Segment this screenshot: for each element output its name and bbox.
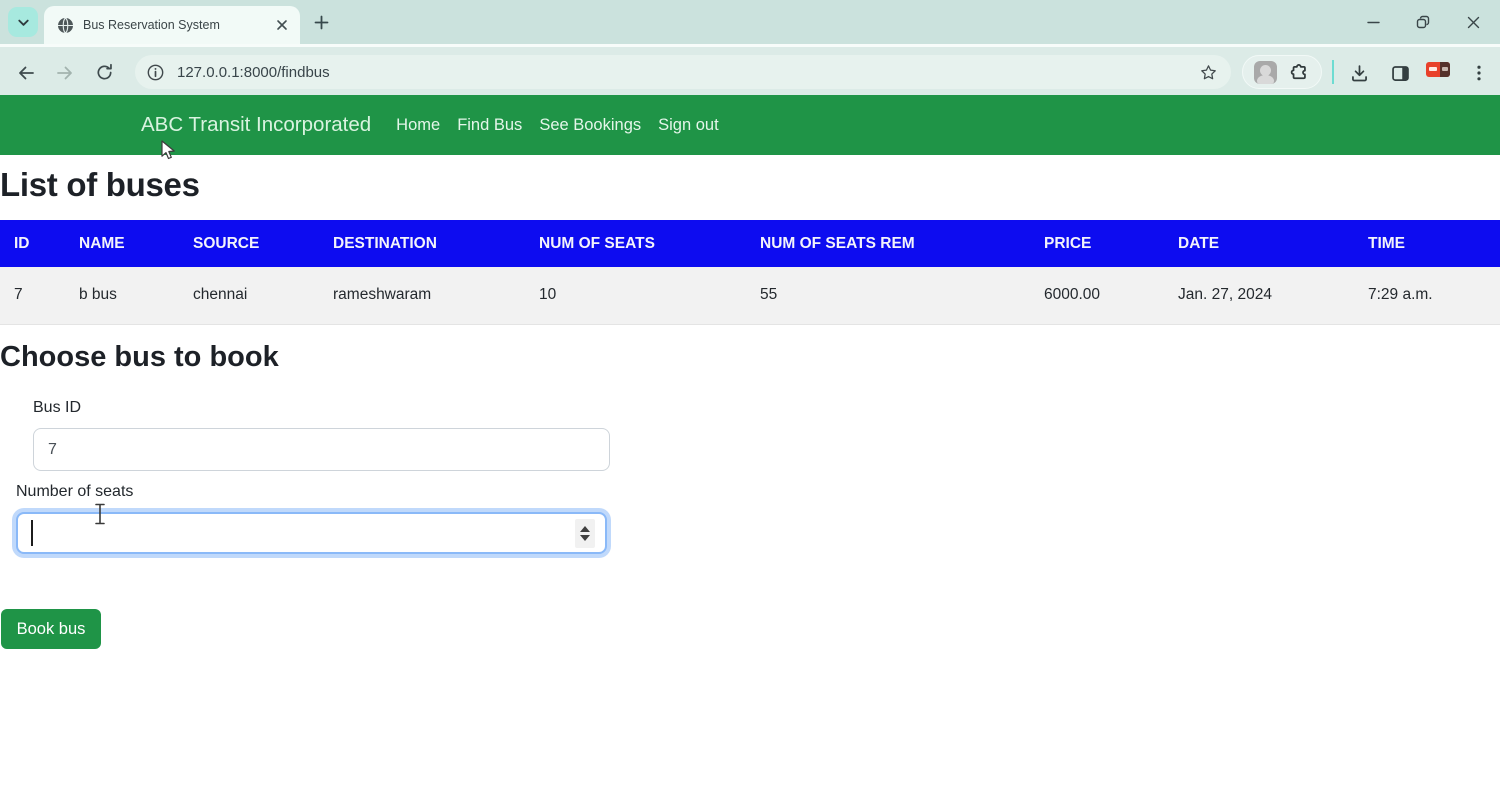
address-bar[interactable]: 127.0.0.1:8000/findbus xyxy=(135,55,1231,89)
site-info-icon[interactable] xyxy=(147,64,164,81)
close-icon xyxy=(276,19,288,31)
bookmark-button[interactable] xyxy=(1197,61,1219,83)
download-icon xyxy=(1349,63,1370,84)
bus-id-label: Bus ID xyxy=(33,399,81,417)
cell-source: chennai xyxy=(179,267,319,324)
side-panel-icon xyxy=(1390,63,1411,84)
tab-search-button[interactable] xyxy=(8,7,38,37)
browser-window: Bus Reservation System xyxy=(0,0,1500,789)
col-num-seats: NUM OF SEATS xyxy=(525,220,746,267)
col-num-seats-rem: NUM OF SEATS REM xyxy=(746,220,1030,267)
star-icon xyxy=(1199,63,1218,82)
cell-date: Jan. 27, 2024 xyxy=(1164,267,1354,324)
kebab-menu-icon xyxy=(1470,64,1488,82)
close-window-button[interactable] xyxy=(1448,0,1498,44)
nav-link-see-bookings[interactable]: See Bookings xyxy=(539,116,641,135)
profile-extensions-pill xyxy=(1242,55,1322,89)
forward-arrow-icon xyxy=(55,63,75,83)
globe-favicon-icon xyxy=(57,17,74,34)
puzzle-icon xyxy=(1289,62,1310,83)
col-destination: DESTINATION xyxy=(319,220,525,267)
text-caret xyxy=(31,520,33,546)
forward-button[interactable] xyxy=(48,56,81,89)
site-navbar: ABC Transit Incorporated Home Find Bus S… xyxy=(0,95,1500,155)
downloads-button[interactable] xyxy=(1342,56,1376,90)
cell-price: 6000.00 xyxy=(1030,267,1164,324)
url-text[interactable]: 127.0.0.1:8000/findbus xyxy=(177,64,1197,81)
number-stepper[interactable] xyxy=(575,519,595,548)
col-id: ID xyxy=(0,220,65,267)
cell-name: b bus xyxy=(65,267,179,324)
num-seats-input[interactable] xyxy=(16,512,607,554)
cell-num-seats-rem: 55 xyxy=(746,267,1030,324)
form-heading: Choose bus to book xyxy=(0,341,279,374)
nav-link-find-bus[interactable]: Find Bus xyxy=(457,116,522,135)
navbar-brand[interactable]: ABC Transit Incorporated xyxy=(141,113,371,137)
bus-table: ID NAME SOURCE DESTINATION NUM OF SEATS … xyxy=(0,220,1500,325)
maximize-button[interactable] xyxy=(1398,0,1448,44)
back-button[interactable] xyxy=(9,56,42,89)
col-name: NAME xyxy=(65,220,179,267)
minimize-icon xyxy=(1367,16,1380,29)
nav-link-sign-out[interactable]: Sign out xyxy=(658,116,719,135)
book-bus-button[interactable]: Book bus xyxy=(1,609,101,649)
col-date: DATE xyxy=(1164,220,1354,267)
profile-avatar[interactable] xyxy=(1254,61,1277,84)
close-icon xyxy=(1467,16,1480,29)
restore-icon xyxy=(1416,15,1430,29)
cell-id: 7 xyxy=(0,267,65,324)
toolbar-divider xyxy=(1332,60,1334,84)
side-panel-button[interactable] xyxy=(1383,56,1417,90)
tab-title: Bus Reservation System xyxy=(83,18,273,32)
chevron-down-icon xyxy=(16,15,31,30)
reload-icon xyxy=(95,63,114,82)
nav-links: Home Find Bus See Bookings Sign out xyxy=(396,116,719,135)
stepper-up-icon[interactable] xyxy=(580,526,590,532)
cell-destination: rameshwaram xyxy=(319,267,525,324)
avatar-head xyxy=(1260,65,1271,76)
browser-menu-button[interactable] xyxy=(1462,56,1496,90)
minimize-button[interactable] xyxy=(1348,0,1398,44)
tab-strip: Bus Reservation System xyxy=(0,0,1500,44)
reload-button[interactable] xyxy=(88,56,121,89)
plus-icon xyxy=(314,15,329,30)
window-controls xyxy=(1348,0,1498,44)
page-title: List of buses xyxy=(0,166,200,204)
extension-badge-icon[interactable] xyxy=(1426,62,1450,77)
col-price: PRICE xyxy=(1030,220,1164,267)
table-header-row: ID NAME SOURCE DESTINATION NUM OF SEATS … xyxy=(0,220,1500,267)
extensions-button[interactable] xyxy=(1289,62,1310,83)
avatar-body xyxy=(1257,75,1274,84)
browser-toolbar: 127.0.0.1:8000/findbus xyxy=(0,44,1500,95)
col-time: TIME xyxy=(1354,220,1500,267)
col-source: SOURCE xyxy=(179,220,319,267)
nav-link-home[interactable]: Home xyxy=(396,116,440,135)
bus-id-input[interactable] xyxy=(33,428,610,471)
cell-num-seats: 10 xyxy=(525,267,746,324)
cell-time: 7:29 a.m. xyxy=(1354,267,1500,324)
back-arrow-icon xyxy=(16,63,36,83)
tab-close-button[interactable] xyxy=(273,17,290,34)
table-row: 7 b bus chennai rameshwaram 10 55 6000.0… xyxy=(0,267,1500,324)
new-tab-button[interactable] xyxy=(308,9,334,35)
stepper-down-icon[interactable] xyxy=(580,535,590,541)
browser-tab[interactable]: Bus Reservation System xyxy=(44,6,300,44)
num-seats-label: Number of seats xyxy=(16,483,133,501)
